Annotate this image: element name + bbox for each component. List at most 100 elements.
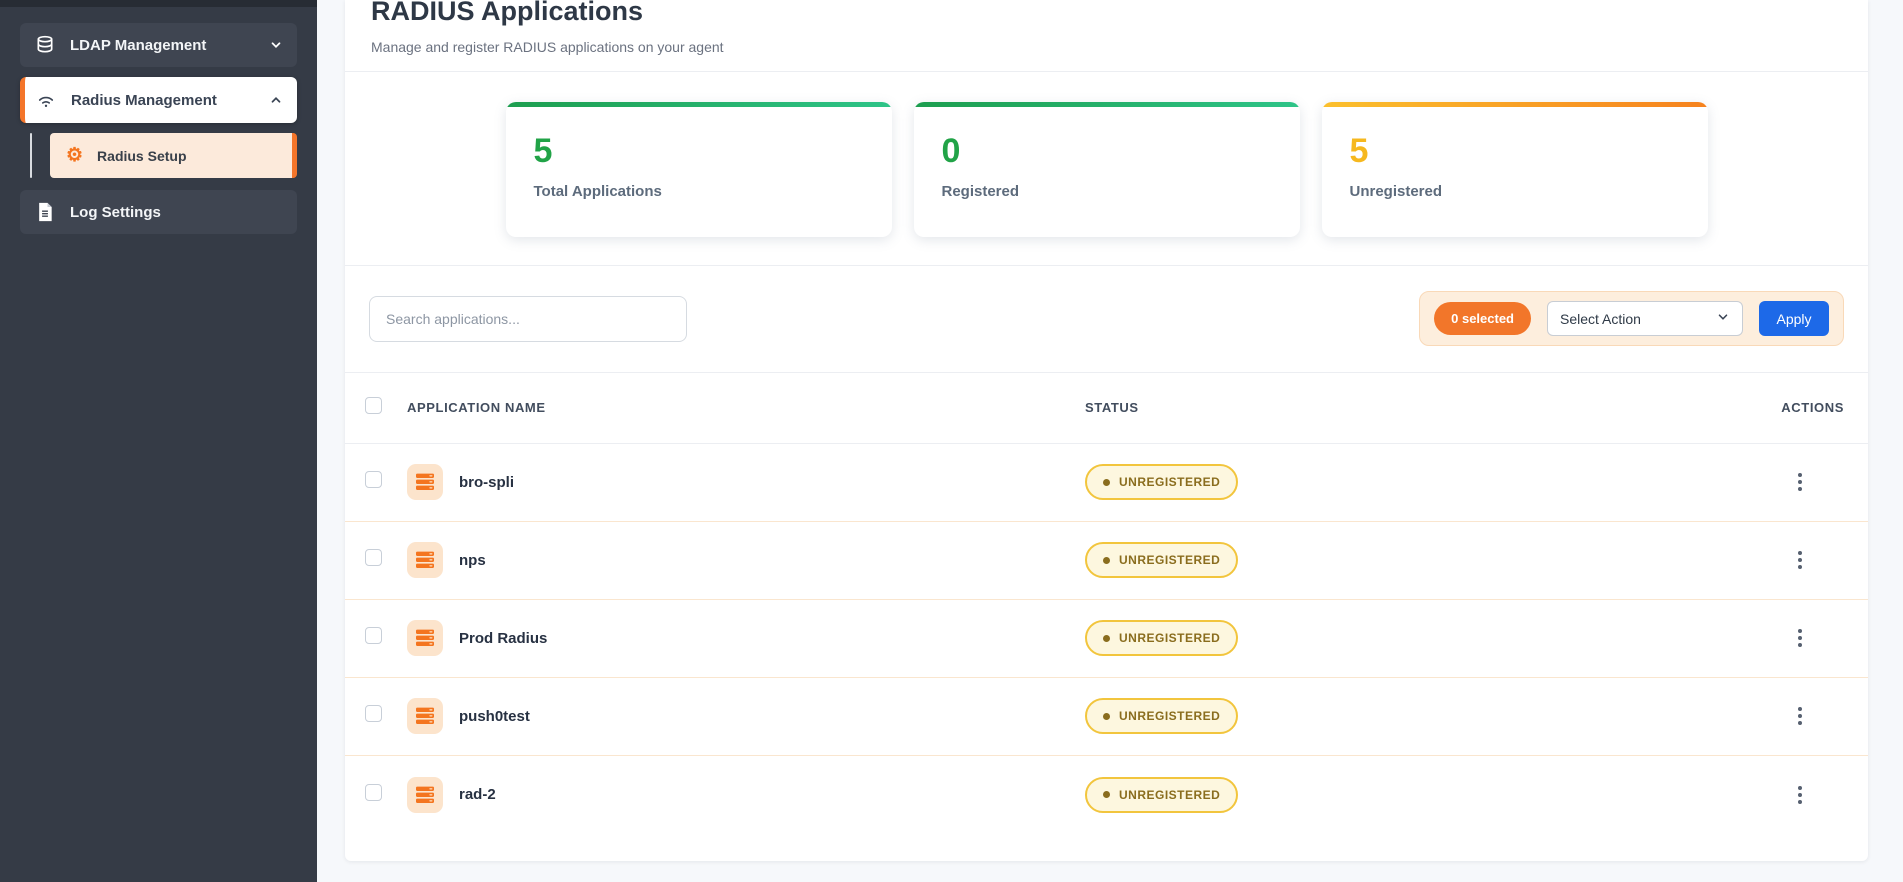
status-dot-icon — [1103, 791, 1110, 799]
kebab-menu-icon[interactable] — [1792, 545, 1808, 575]
status-text: UNREGISTERED — [1119, 553, 1221, 568]
stat-card-registered: 0 Registered — [913, 101, 1300, 237]
wifi-icon — [35, 90, 57, 110]
row-checkbox-cell — [365, 705, 407, 727]
gear-icon — [66, 146, 83, 165]
application-name-cell: push0test — [407, 698, 1085, 735]
select-all-checkbox[interactable] — [365, 396, 382, 414]
status-cell: UNREGISTERED — [1085, 464, 1745, 501]
chevron-down-icon — [269, 38, 283, 52]
actions-cell — [1745, 467, 1844, 497]
row-checkbox-cell — [365, 627, 407, 649]
search-input[interactable] — [369, 295, 687, 342]
column-header-status: STATUS — [1085, 400, 1139, 416]
column-header-actions: ACTIONS — [1781, 400, 1844, 416]
stat-label: Unregistered — [1349, 182, 1443, 200]
actions-cell — [1745, 545, 1844, 575]
server-icon — [407, 776, 443, 813]
status-cell: UNREGISTERED — [1085, 776, 1745, 813]
actions-cell — [1745, 701, 1844, 731]
row-checkbox-cell — [365, 471, 407, 493]
sidebar-nav: LDAP Management Radius Management ⚙ Radi… — [0, 7, 317, 244]
sidebar-item-label: Log Settings — [70, 203, 161, 221]
action-select[interactable]: Select Action — [1547, 301, 1743, 337]
column-header-application-name: APPLICATION NAME — [407, 400, 546, 416]
status-text: UNREGISTERED — [1119, 475, 1221, 490]
actions-cell — [1745, 623, 1844, 653]
action-select-value: Select Action — [1560, 310, 1641, 327]
bulk-actions-bar: 0 selected Select Action Apply — [1419, 291, 1844, 347]
row-checkbox-cell — [365, 783, 407, 806]
row-checkbox[interactable] — [365, 471, 382, 489]
application-name-cell: bro-spli — [407, 464, 1085, 501]
main-content: RADIUS Applications Manage and register … — [317, 0, 1903, 882]
status-badge: UNREGISTERED — [1085, 464, 1239, 501]
application-name: push0test — [459, 707, 530, 725]
database-icon — [34, 35, 56, 55]
stat-card-unregistered: 5 Unregistered — [1321, 101, 1708, 237]
stat-value: 5 — [533, 131, 553, 170]
status-text: UNREGISTERED — [1119, 709, 1221, 724]
table-row: rad-2 UNREGISTERED — [345, 756, 1868, 834]
server-icon — [407, 620, 443, 657]
status-badge: UNREGISTERED — [1085, 542, 1239, 579]
row-checkbox[interactable] — [365, 549, 382, 567]
sidebar-item-radius-management[interactable]: Radius Management — [20, 77, 297, 123]
kebab-menu-icon[interactable] — [1792, 467, 1808, 497]
application-name-cell: nps — [407, 542, 1085, 579]
toolbar: 0 selected Select Action Apply — [345, 266, 1868, 373]
app-root: LDAP Management Radius Management ⚙ Radi… — [0, 0, 1903, 882]
sidebar-item-ldap-management[interactable]: LDAP Management — [20, 23, 297, 67]
sidebar-item-log-settings[interactable]: Log Settings — [20, 190, 297, 234]
page-header: RADIUS Applications Manage and register … — [345, 0, 1868, 72]
row-checkbox[interactable] — [365, 627, 382, 645]
application-name-cell: Prod Radius — [407, 620, 1085, 657]
stat-value: 0 — [941, 131, 961, 170]
status-dot-icon — [1103, 712, 1110, 720]
status-dot-icon — [1103, 634, 1110, 642]
radius-submenu: Radius Setup — [20, 133, 297, 178]
table-header-row: APPLICATION NAME STATUS ACTIONS — [345, 373, 1868, 444]
row-checkbox[interactable] — [365, 783, 382, 801]
sidebar-item-radius-setup[interactable]: Radius Setup — [50, 133, 297, 178]
table-row: Prod Radius UNREGISTERED — [345, 600, 1868, 678]
stats-section: 5 Total Applications 0 Registered 5 Unre… — [345, 72, 1868, 266]
row-checkbox[interactable] — [365, 705, 382, 723]
chevron-down-icon — [1716, 310, 1730, 327]
chevron-up-icon — [269, 93, 283, 107]
kebab-menu-icon[interactable] — [1792, 623, 1808, 653]
status-text: UNREGISTERED — [1119, 787, 1221, 802]
kebab-menu-icon[interactable] — [1792, 701, 1808, 731]
radius-applications-panel: RADIUS Applications Manage and register … — [345, 0, 1868, 861]
header-checkbox-cell — [365, 396, 407, 419]
status-badge: UNREGISTERED — [1085, 620, 1239, 657]
row-checkbox-cell — [365, 549, 407, 571]
kebab-menu-icon[interactable] — [1792, 780, 1808, 810]
server-icon — [407, 698, 443, 735]
stat-label: Registered — [941, 182, 1020, 200]
status-badge: UNREGISTERED — [1085, 776, 1239, 813]
application-name-cell: rad-2 — [407, 776, 1085, 813]
status-cell: UNREGISTERED — [1085, 542, 1745, 579]
application-name: rad-2 — [459, 786, 496, 804]
table-row: bro-spli UNREGISTERED — [345, 444, 1868, 522]
stat-card-accent-bar — [505, 101, 892, 107]
sidebar-item-label: Radius Setup — [97, 147, 187, 164]
stat-card-accent-bar — [913, 101, 1300, 107]
stat-card-total-applications: 5 Total Applications — [505, 101, 892, 237]
document-icon — [34, 202, 56, 222]
stat-value: 5 — [1349, 131, 1369, 170]
server-icon — [407, 464, 443, 501]
sidebar-top-edge — [0, 0, 317, 7]
status-cell: UNREGISTERED — [1085, 698, 1745, 735]
application-name: Prod Radius — [459, 629, 548, 647]
stat-card-accent-bar — [1321, 101, 1708, 107]
application-name: bro-spli — [459, 473, 514, 491]
application-name: nps — [459, 551, 486, 569]
sidebar: LDAP Management Radius Management ⚙ Radi… — [0, 0, 317, 882]
apply-button[interactable]: Apply — [1759, 301, 1829, 337]
applications-table: APPLICATION NAME STATUS ACTIONS bro-spli — [345, 373, 1868, 834]
status-badge: UNREGISTERED — [1085, 698, 1239, 735]
stat-label: Total Applications — [533, 182, 662, 200]
status-cell: UNREGISTERED — [1085, 620, 1745, 657]
